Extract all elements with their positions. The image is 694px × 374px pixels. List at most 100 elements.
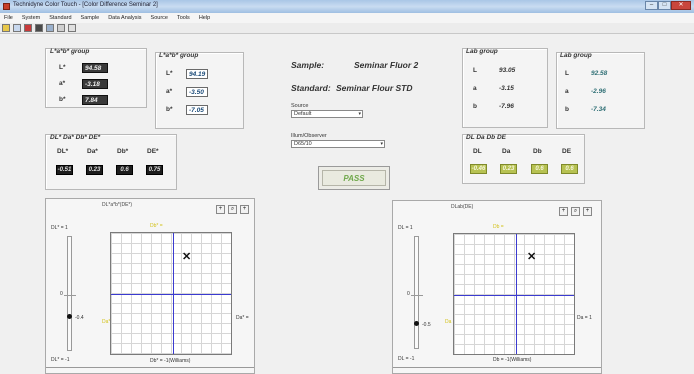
plot-left-bottom-tick: DL* = -1 [51,357,70,363]
plot-left-status-line [46,367,254,368]
a-star-value-2: -3.50 [186,87,208,97]
b-star-value: 7.84 [82,95,108,105]
b-star-value-2: -7.05 [186,105,208,115]
b-value: -7.96 [499,103,514,110]
chevron-down-icon: ▾ [380,141,383,147]
da-value: 0.23 [500,164,517,174]
plot-left-x-left: Da* [102,319,111,325]
illum-select[interactable]: D65/10 ▾ [291,140,385,148]
b-label: b [473,103,477,110]
plot-left-add-button[interactable]: + [240,205,249,214]
chart-icon[interactable] [24,24,32,32]
plot-right-status-line [393,367,601,368]
da-star-header: Da* [87,148,98,155]
l-star-value-2: 94.19 [186,69,208,79]
a-label: a [473,85,477,92]
l-value: 93.05 [499,67,516,74]
plot-left-title: DL*a*b*(DE*) [102,202,133,208]
menu-source[interactable]: Source [151,13,168,23]
plot-right-zoom-button[interactable]: ⌕ [571,207,580,216]
l-star-label: L* [59,64,66,71]
dl-star-value: -0.51 [56,165,73,175]
plot-right-zoom-in-button[interactable]: + [559,207,568,216]
settings-icon[interactable] [68,24,76,32]
lab-star-panel: L*a*b* group L* 94.58 a* -3.18 b* 7.84 [45,48,147,108]
report-icon[interactable] [46,24,54,32]
plot-left-dot-label: -0.4 [75,315,84,321]
plot-left-b-bottom: Db* = -1(Williams) [150,358,191,364]
menu-bar: File System Standard Sample Data Analysi… [0,13,694,23]
standard-value: Seminar Flour STD [336,83,413,93]
open-icon[interactable] [2,24,10,32]
l-value-2: 92.58 [591,70,608,77]
chevron-down-icon: ▾ [358,111,361,117]
da-star-value: 0.23 [86,165,103,175]
db-header: Db [533,148,542,155]
plot-right-y-axis [516,234,517,354]
lab-star-title-2: L*a*b* group [159,52,199,59]
standard-label: Standard: [291,83,331,93]
plot-right-dl-scale [414,236,419,349]
de-star-header: DE* [147,148,159,155]
de-value: 0.6 [561,164,578,174]
maximize-button[interactable]: □ [658,1,671,10]
plot-right-b-top: Db = [493,224,504,230]
menu-tools[interactable]: Tools [177,13,190,23]
menu-data-analysis[interactable]: Data Analysis [108,13,141,23]
minimize-button[interactable]: – [645,1,658,10]
toolbar [0,23,694,34]
plot-window-right: DLab(DE) + ⌕ + DL = 1 0 -0.5 DL = -1 Db … [392,200,602,374]
plot-left-point-marker: ✕ [182,251,192,263]
plot-right-b-bottom: Db = -1(Williams) [493,357,532,363]
plot-left-dl-scale [67,236,72,351]
plot-right-mid-tick: 0 [407,291,410,297]
db-star-header: Db* [117,148,129,155]
l-star-value: 94.58 [82,63,108,73]
plot-right-add-button[interactable]: + [583,207,592,216]
save-icon[interactable] [13,24,21,32]
a-star-value: -3.18 [82,79,108,89]
grid-icon[interactable] [57,24,65,32]
lab-title: Lab group [466,48,498,55]
lab-title-2: Lab group [560,52,592,59]
menu-standard[interactable]: Standard [49,13,71,23]
app-icon [3,3,10,10]
plot-left-zoom-in-button[interactable]: + [216,205,225,214]
title-bar: Technidyne Color Touch - [Color Differen… [0,0,694,13]
a-label-2: a [565,88,569,95]
pass-text: PASS [322,170,386,186]
illum-value: D65/10 [294,141,312,147]
plot-right-top-tick: DL = 1 [398,225,413,231]
plot-right-x-left: Da [445,319,452,325]
menu-system[interactable]: System [22,13,40,23]
a-value: -3.15 [499,85,514,92]
b-star-label-2: b* [166,106,173,113]
print-icon[interactable] [35,24,43,32]
dl-header: DL [473,148,482,155]
plot-right-title: DLab(DE) [451,204,474,210]
sample-value: Seminar Fluor 2 [354,60,419,70]
menu-help[interactable]: Help [199,13,210,23]
plot-right-x-axis [454,295,574,296]
lab-star-panel-2: L*a*b* group L* 94.19 a* -3.50 b* -7.05 [155,52,244,129]
plot-left-zoom-button[interactable]: ⌕ [228,205,237,214]
a-value-2: -2.96 [591,88,606,95]
delta-panel: DL Da Db DE DL Da Db DE -0.46 0.23 0.6 0… [462,134,585,184]
delta-title: DL Da Db DE [466,134,506,141]
b-value-2: -7.34 [591,106,606,113]
menu-file[interactable]: File [4,13,13,23]
plot-left-grid: ✕ [110,232,232,355]
plot-left-mid-tick: 0 [60,291,63,297]
plot-left-x-right: Da* = [236,315,249,321]
lab-star-title: L*a*b* group [50,48,90,55]
source-select[interactable]: Default ▾ [291,110,363,118]
window-title: Technidyne Color Touch - [Color Differen… [13,2,158,8]
plot-right-bottom-tick: DL = -1 [398,356,415,362]
plot-left-b-top: Db* = [150,223,163,229]
plot-right-point-marker: ✕ [527,251,537,263]
dl-value: -0.46 [470,164,487,174]
menu-sample[interactable]: Sample [81,13,100,23]
close-button[interactable]: ✕ [671,1,691,10]
b-star-label: b* [59,96,66,103]
plot-right-zero-line [411,295,423,296]
